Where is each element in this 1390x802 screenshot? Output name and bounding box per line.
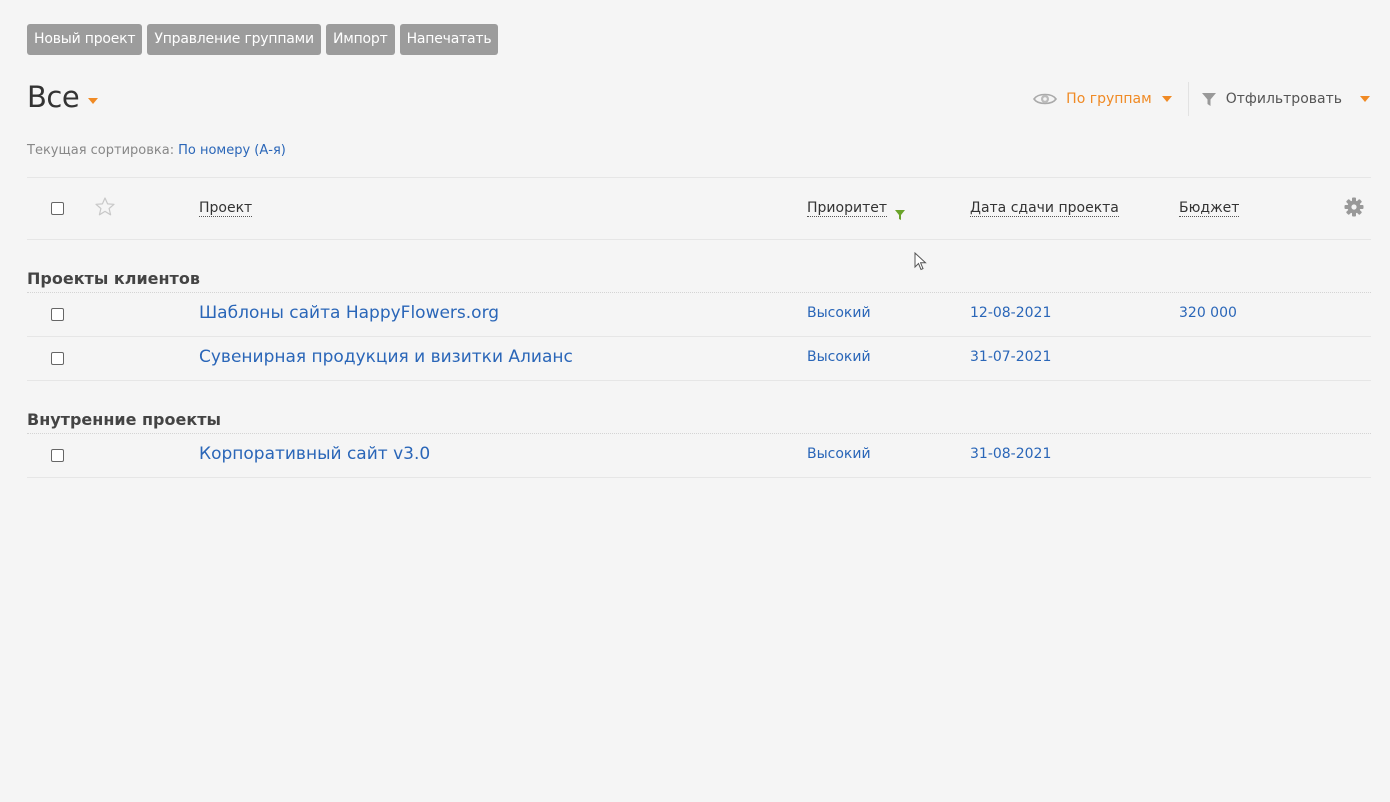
- row-checkbox[interactable]: [51, 308, 64, 321]
- import-button[interactable]: Импорт: [325, 24, 395, 55]
- priority-value[interactable]: Высокий: [807, 349, 871, 365]
- budget-value[interactable]: 320 000: [1179, 305, 1237, 321]
- page-title[interactable]: Все: [27, 80, 80, 114]
- group-heading: Проекты клиентов: [27, 240, 1371, 293]
- chevron-down-icon[interactable]: [1161, 96, 1172, 102]
- new-project-button[interactable]: Новый проект: [27, 24, 143, 55]
- chevron-down-icon[interactable]: [88, 98, 99, 104]
- column-project[interactable]: Проект: [199, 200, 253, 217]
- chevron-down-icon[interactable]: [1360, 96, 1370, 102]
- eye-icon: [1033, 91, 1058, 107]
- star-outline-icon[interactable]: [95, 197, 115, 220]
- table-row[interactable]: Корпоративный сайт v3.0 Высокий 31-08-20…: [27, 434, 1371, 478]
- priority-value[interactable]: Высокий: [807, 305, 871, 321]
- group-by-dropdown[interactable]: По группам: [1033, 91, 1172, 107]
- table-header: Проект Приоритет Дата сдачи проекта Бюдж…: [27, 177, 1371, 240]
- group-by-label[interactable]: По группам: [1066, 91, 1152, 107]
- table-row[interactable]: Шаблоны сайта HappyFlowers.org Высокий 1…: [27, 293, 1371, 337]
- group-title: Проекты клиентов: [27, 269, 200, 288]
- due-date-value[interactable]: 12-08-2021: [970, 305, 1051, 321]
- view-controls: По группам Отфильтровать: [1033, 82, 1370, 116]
- row-checkbox[interactable]: [51, 352, 64, 365]
- gear-icon[interactable]: [1344, 197, 1364, 221]
- project-name-link[interactable]: Шаблоны сайта HappyFlowers.org: [199, 303, 499, 323]
- funnel-green-icon[interactable]: [895, 205, 905, 224]
- filter-dropdown[interactable]: Отфильтровать: [1201, 91, 1370, 107]
- print-button[interactable]: Напечатать: [399, 24, 499, 55]
- table-row[interactable]: Сувенирная продукция и визитки Алианс Вы…: [27, 337, 1371, 381]
- divider: [1187, 82, 1189, 116]
- column-budget[interactable]: Бюджет: [1179, 200, 1240, 217]
- funnel-icon: [1201, 91, 1217, 107]
- column-priority[interactable]: Приоритет: [807, 200, 887, 217]
- project-name-link[interactable]: Сувенирная продукция и визитки Алианс: [199, 347, 573, 367]
- filter-label[interactable]: Отфильтровать: [1226, 91, 1342, 107]
- group-title: Внутренние проекты: [27, 410, 221, 429]
- view-selector[interactable]: Все: [27, 80, 99, 114]
- current-sort: Текущая сортировка: По номеру (А-я): [27, 143, 286, 158]
- group-heading: Внутренние проекты: [27, 381, 1371, 434]
- mouse-pointer-icon: [914, 251, 928, 276]
- sort-label: Текущая сортировка:: [27, 143, 175, 158]
- sort-value-link[interactable]: По номеру (А-я): [178, 143, 286, 158]
- row-checkbox[interactable]: [51, 449, 64, 462]
- projects-table: Проект Приоритет Дата сдачи проекта Бюдж…: [27, 177, 1371, 478]
- column-due-date[interactable]: Дата сдачи проекта: [970, 200, 1119, 217]
- select-all-checkbox[interactable]: [51, 202, 64, 215]
- toolbar: Новый проект Управление группами Импорт …: [27, 24, 499, 55]
- project-name-link[interactable]: Корпоративный сайт v3.0: [199, 444, 430, 464]
- due-date-value[interactable]: 31-08-2021: [970, 446, 1051, 462]
- due-date-value[interactable]: 31-07-2021: [970, 349, 1051, 365]
- priority-value[interactable]: Высокий: [807, 446, 871, 462]
- manage-groups-button[interactable]: Управление группами: [147, 24, 321, 55]
